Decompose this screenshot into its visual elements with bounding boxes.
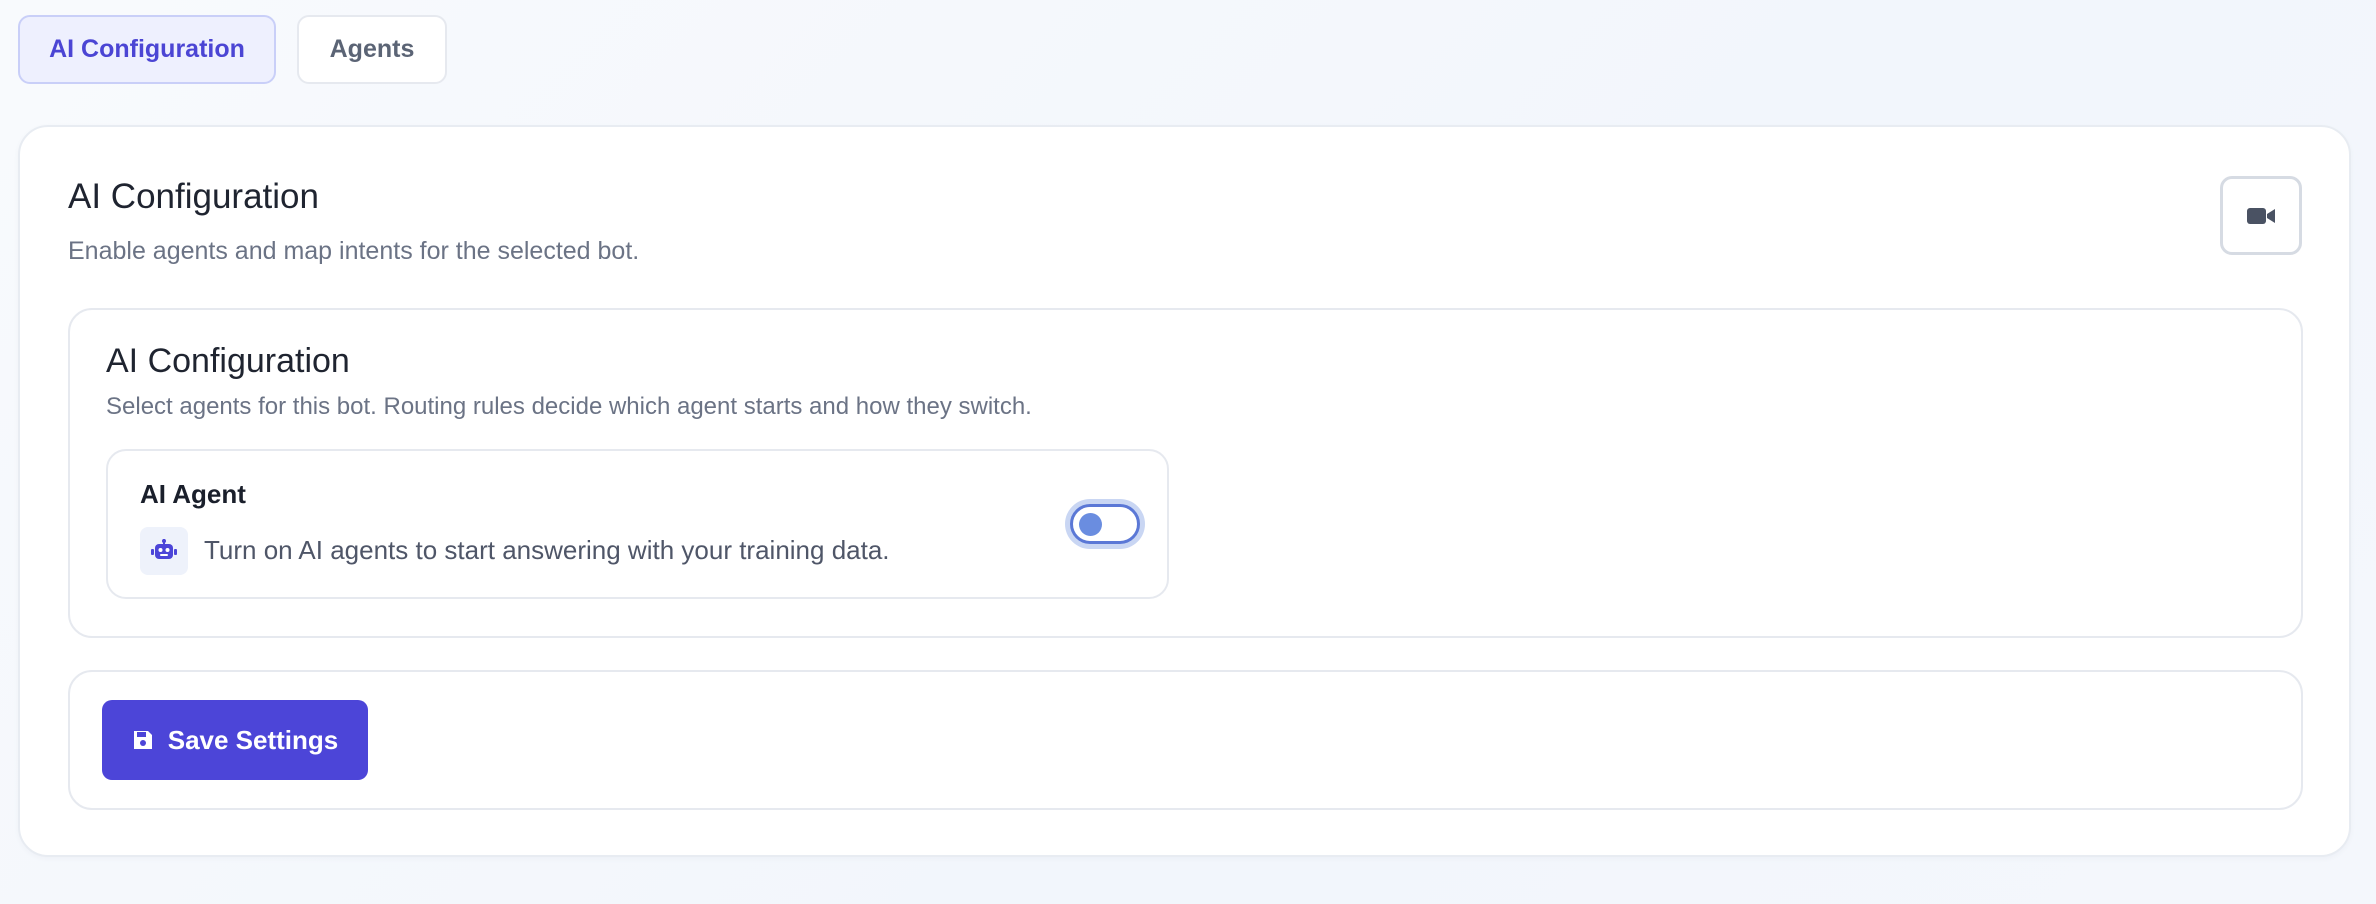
agent-icon-container	[140, 527, 188, 575]
tab-agents[interactable]: Agents	[297, 15, 447, 84]
robot-icon	[151, 539, 177, 559]
save-settings-button[interactable]: Save Settings	[102, 700, 368, 780]
video-camera-icon	[2247, 207, 2275, 224]
save-section: Save Settings	[68, 670, 2303, 810]
save-button-label: Save Settings	[167, 724, 339, 755]
agent-selection-section: AI Configuration Select agents for this …	[68, 308, 2303, 638]
ai-agent-toggle[interactable]	[1070, 504, 1140, 544]
page-title: AI Configuration	[68, 177, 319, 216]
toggle-knob	[1079, 513, 1102, 536]
section-title: AI Configuration	[106, 342, 350, 380]
video-tutorial-button[interactable]	[2220, 176, 2302, 255]
floppy-disk-icon	[133, 731, 152, 749]
agent-title: AI Agent	[140, 479, 246, 509]
ai-configuration-card: AI Configuration Enable agents and map i…	[18, 125, 2351, 857]
tab-bar: AI Configuration Agents	[18, 15, 447, 84]
agent-description: Turn on AI agents to start answering wit…	[204, 535, 890, 565]
tab-ai-configuration[interactable]: AI Configuration	[18, 15, 276, 84]
section-subtitle: Select agents for this bot. Routing rule…	[106, 393, 1032, 420]
ai-agent-card: AI Agent Turn on AI agents to start answ…	[106, 449, 1169, 599]
page-subtitle: Enable agents and map intents for the se…	[68, 237, 640, 265]
